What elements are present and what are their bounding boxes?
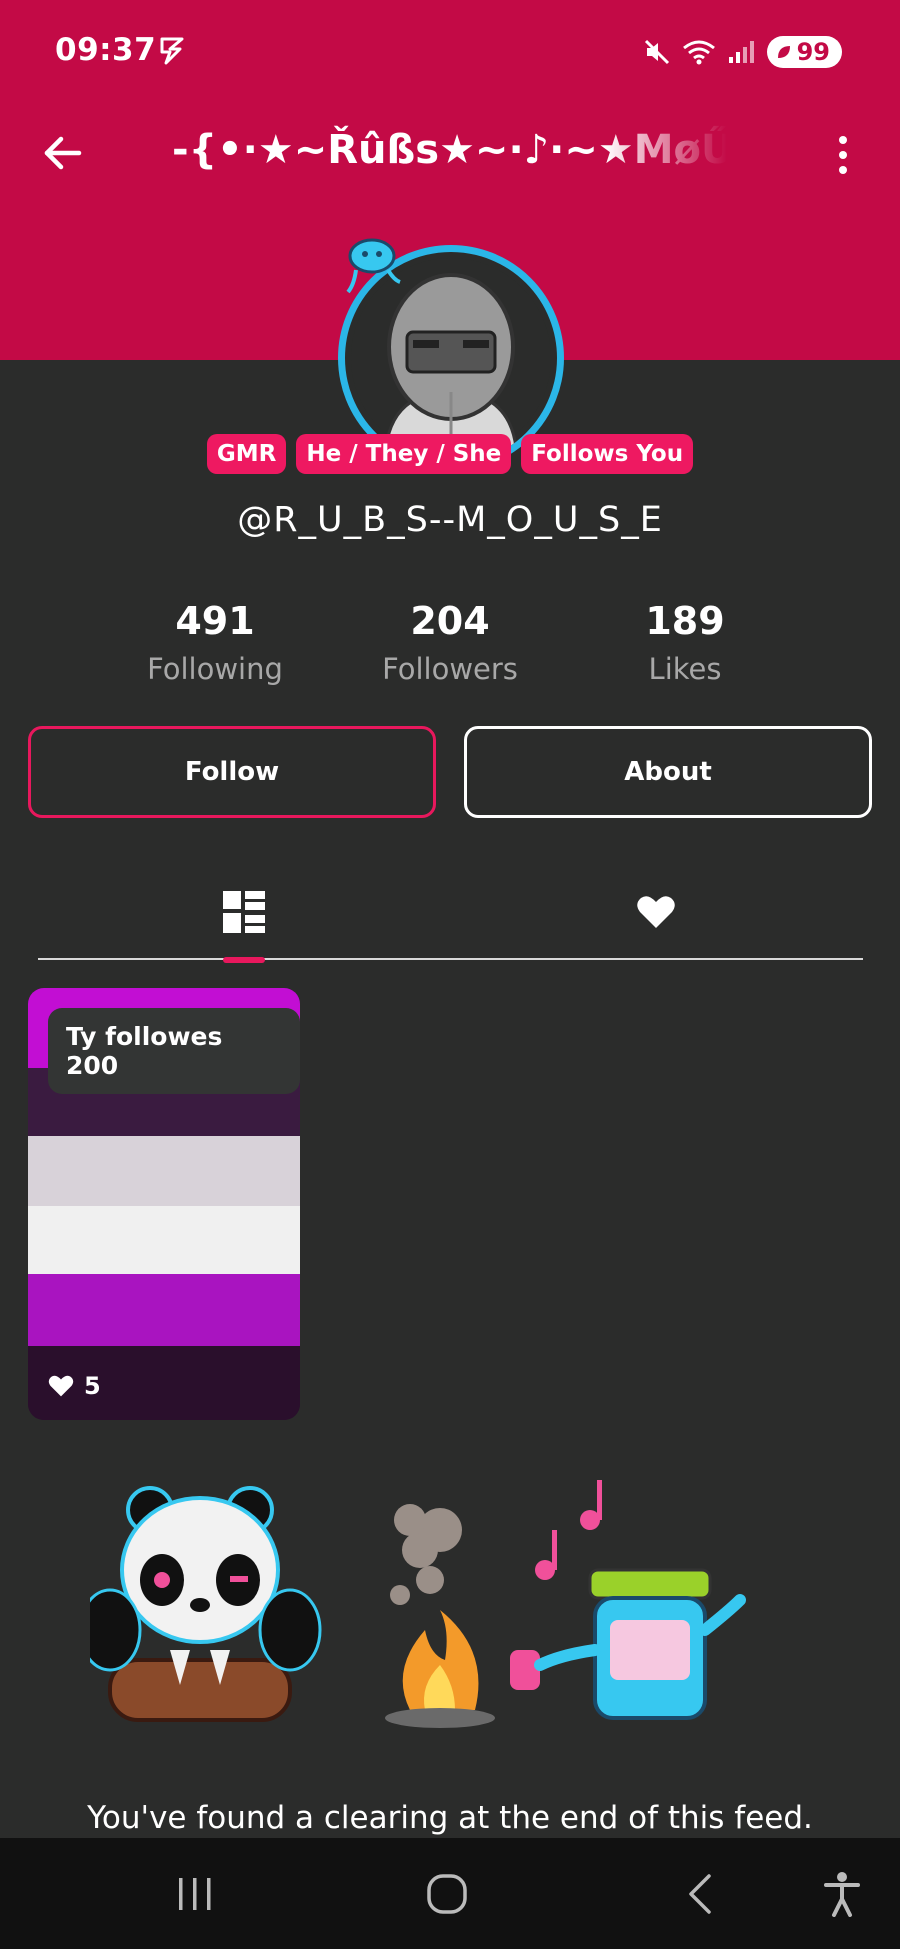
more-vert-icon-dot bbox=[839, 166, 847, 174]
end-of-feed-message: You've found a clearing at the end of th… bbox=[87, 1800, 813, 1836]
username: @R_U_B_S--M_O_U_S_E bbox=[237, 500, 663, 540]
panda-icon bbox=[90, 1486, 322, 1685]
jam-jar-icon bbox=[510, 1568, 746, 1720]
status-bar: 09:37 99 bbox=[0, 0, 900, 100]
stat-likes[interactable]: 189 Likes bbox=[585, 598, 785, 686]
more-vert-icon-dot bbox=[839, 151, 847, 159]
status-icons: 99 bbox=[643, 36, 842, 68]
mute-icon bbox=[644, 39, 669, 65]
stat-followers-value: 204 bbox=[410, 599, 490, 643]
badge-gmr: GMR bbox=[206, 434, 287, 474]
page-title: -{•·★~Řûßs★~·♪·~★MøŰS bbox=[172, 127, 727, 173]
end-of-feed-illustration bbox=[90, 1480, 746, 1728]
post-stripe-3 bbox=[28, 1136, 300, 1206]
system-nav-bar bbox=[0, 1838, 900, 1949]
status-time: 09:37 bbox=[55, 32, 157, 68]
battery-indicator: 99 bbox=[766, 36, 842, 68]
tab-active-indicator bbox=[223, 957, 265, 963]
bolt-icon bbox=[160, 37, 184, 65]
post-likes: 5 bbox=[48, 1372, 101, 1400]
recent-apps-icon bbox=[179, 1878, 211, 1910]
accessibility-icon bbox=[824, 1872, 860, 1917]
post-stripe-5 bbox=[28, 1274, 300, 1346]
post-card[interactable]: Ty followes 200 5 bbox=[28, 988, 300, 1420]
back-nav-button[interactable] bbox=[670, 1866, 730, 1922]
stat-following[interactable]: 491 Following bbox=[115, 598, 315, 686]
profile-stats: 491 Following 204 Followers 189 Likes bbox=[0, 598, 900, 698]
tab-likes[interactable] bbox=[616, 865, 696, 958]
back-button[interactable] bbox=[38, 128, 88, 178]
stat-likes-value: 189 bbox=[645, 599, 725, 643]
badge-pronouns: He / They / She bbox=[296, 434, 512, 474]
battery-leaf-icon bbox=[777, 46, 790, 58]
heart-icon bbox=[48, 1375, 74, 1397]
more-options-button[interactable] bbox=[828, 130, 858, 180]
stat-following-label: Following bbox=[147, 652, 283, 686]
stat-following-value: 491 bbox=[175, 599, 255, 643]
top-app-bar: -{•·★~Řûßs★~·♪·~★MøŰS bbox=[0, 110, 900, 190]
campfire-icon bbox=[385, 1610, 495, 1728]
about-button[interactable]: About bbox=[464, 726, 872, 818]
post-title: Ty followes 200 bbox=[48, 1008, 300, 1094]
signal-icon bbox=[728, 41, 754, 63]
smoke-icon bbox=[390, 1504, 462, 1605]
wifi-icon bbox=[682, 40, 715, 65]
stat-followers-label: Followers bbox=[382, 652, 518, 686]
avatar-decoration-icon bbox=[346, 238, 401, 294]
follow-button[interactable]: Follow bbox=[28, 726, 436, 818]
tab-posts[interactable] bbox=[204, 865, 284, 958]
home-button[interactable] bbox=[417, 1866, 477, 1922]
post-likes-count: 5 bbox=[84, 1372, 101, 1400]
accessibility-button[interactable] bbox=[812, 1866, 872, 1922]
post-stripe-4 bbox=[28, 1206, 300, 1274]
grid-icon bbox=[223, 890, 265, 933]
battery-level: 99 bbox=[796, 38, 830, 66]
arrow-left-icon bbox=[44, 136, 82, 170]
chevron-left-icon bbox=[689, 1874, 711, 1914]
stat-likes-label: Likes bbox=[648, 652, 722, 686]
stat-followers[interactable]: 204 Followers bbox=[350, 598, 550, 686]
profile-tabs bbox=[38, 865, 863, 963]
profile-badges: GMR He / They / She Follows You bbox=[0, 434, 900, 474]
more-vert-icon bbox=[839, 136, 847, 144]
home-icon bbox=[427, 1874, 467, 1914]
music-notes-icon bbox=[535, 1480, 602, 1580]
heart-icon bbox=[637, 895, 675, 928]
recent-apps-button[interactable] bbox=[165, 1866, 225, 1922]
badge-follows-you: Follows You bbox=[521, 434, 694, 474]
